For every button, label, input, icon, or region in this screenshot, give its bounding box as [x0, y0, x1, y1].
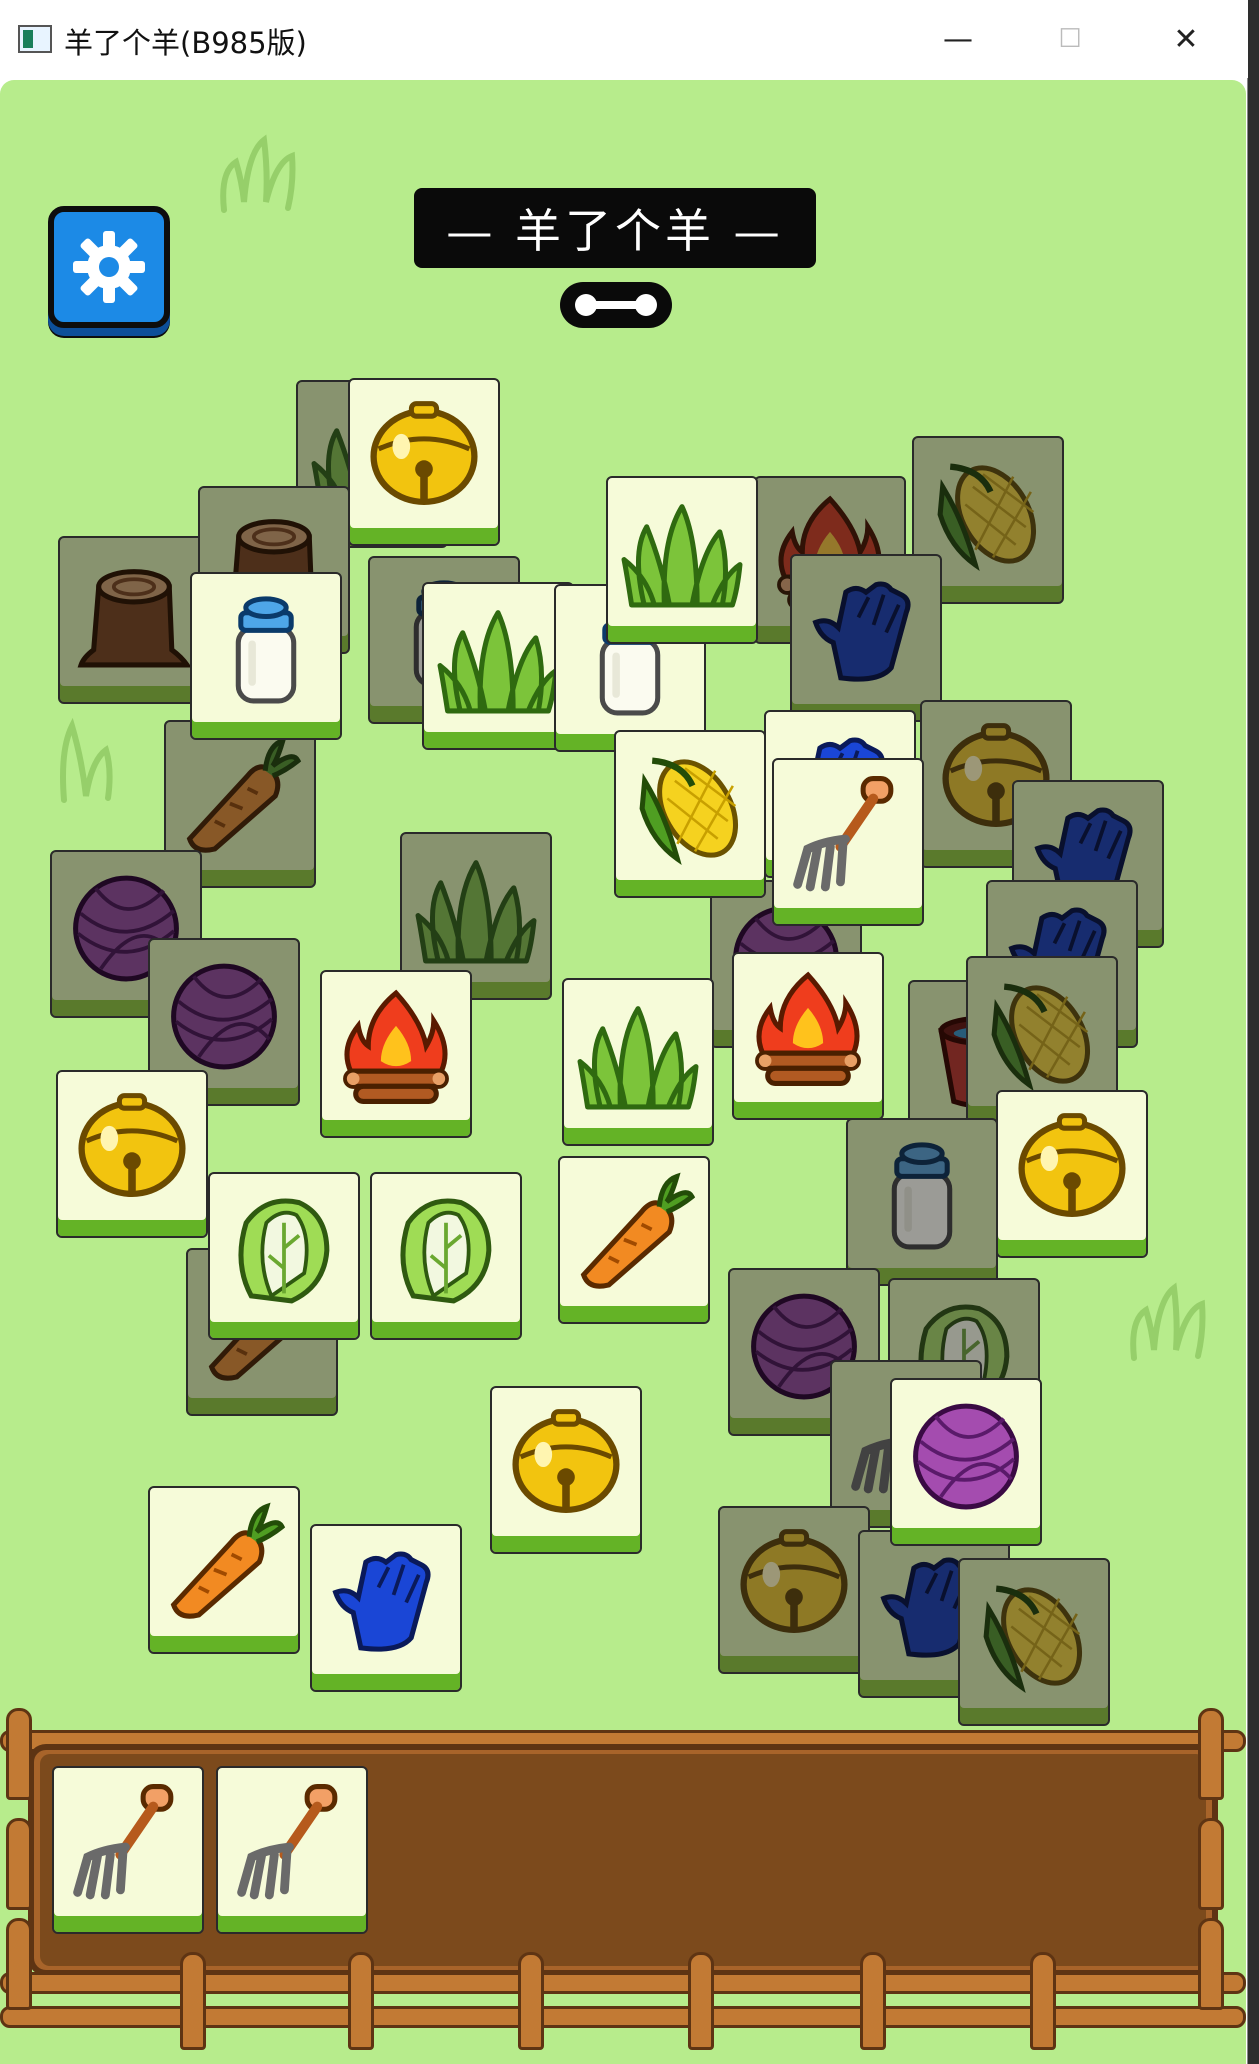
- bell-icon: [58, 1072, 206, 1220]
- pitchfork-icon: [54, 1768, 202, 1916]
- tile-grass[interactable]: [422, 582, 574, 750]
- carrot-icon: [150, 1488, 298, 1636]
- tile-milk[interactable]: [190, 572, 342, 740]
- game-canvas: — 羊了个羊 —: [0, 80, 1246, 2064]
- grass-icon: [424, 584, 572, 732]
- grass-tuft-decoration: [220, 134, 296, 213]
- fire-icon: [322, 972, 470, 1120]
- tile-cabbage[interactable]: [370, 1172, 522, 1340]
- fence-post: [1030, 1952, 1056, 2050]
- yarn-icon: [150, 940, 298, 1088]
- corn-icon: [616, 732, 764, 880]
- fire-icon: [734, 954, 882, 1102]
- fence-post: [1198, 1918, 1224, 2010]
- close-button[interactable]: ✕: [1156, 14, 1216, 64]
- settings-button[interactable]: [48, 206, 170, 328]
- tile-bell[interactable]: [56, 1070, 208, 1238]
- level-banner: — 羊了个羊 —: [414, 188, 816, 268]
- app-icon: [18, 25, 52, 53]
- milk-icon: [848, 1120, 996, 1268]
- tile-fire[interactable]: [320, 970, 472, 1138]
- fence-post: [1198, 1818, 1224, 1910]
- tile-cabbage[interactable]: [208, 1172, 360, 1340]
- tile-stump: [58, 536, 210, 704]
- tile-glove[interactable]: [310, 1524, 462, 1692]
- fence-post: [518, 1952, 544, 2050]
- yarn-icon: [892, 1380, 1040, 1528]
- tile-corn: [958, 1558, 1110, 1726]
- corn-icon: [968, 958, 1116, 1106]
- stump-icon: [60, 538, 208, 686]
- game-window: 羊了个羊(B985版) — ☐ ✕ — 羊了个羊 —: [0, 0, 1248, 2064]
- bell-icon: [720, 1508, 868, 1656]
- pitchfork-icon: [218, 1768, 366, 1916]
- glove-icon: [312, 1526, 460, 1674]
- tile-bell[interactable]: [348, 378, 500, 546]
- milk-icon: [192, 574, 340, 722]
- corn-icon: [960, 1560, 1108, 1708]
- fence-post: [348, 1952, 374, 2050]
- tile-corn[interactable]: [614, 730, 766, 898]
- bell-icon: [998, 1092, 1146, 1240]
- tray-tile-pitchfork: [216, 1766, 368, 1934]
- level-indicator-icon: [560, 282, 672, 328]
- tile-grass[interactable]: [606, 476, 758, 644]
- gear-icon: [73, 231, 145, 303]
- tray-tile-pitchfork: [52, 1766, 204, 1934]
- tile-yarn[interactable]: [890, 1378, 1042, 1546]
- tile-milk: [846, 1118, 998, 1286]
- pitchfork-icon: [774, 760, 922, 908]
- tile-carrot[interactable]: [558, 1156, 710, 1324]
- bell-icon: [492, 1388, 640, 1536]
- fence-post: [860, 1952, 886, 2050]
- maximize-button[interactable]: ☐: [1040, 14, 1100, 64]
- tile-glove: [790, 554, 942, 722]
- minimize-button[interactable]: —: [928, 14, 988, 64]
- tile-fire[interactable]: [732, 952, 884, 1120]
- glove-icon: [792, 556, 940, 704]
- cabbage-icon: [372, 1174, 520, 1322]
- fence-post: [180, 1952, 206, 2050]
- tile-bell[interactable]: [490, 1386, 642, 1554]
- tile-bell: [718, 1506, 870, 1674]
- tile-pitchfork[interactable]: [772, 758, 924, 926]
- tile-grass[interactable]: [562, 978, 714, 1146]
- bell-icon: [350, 380, 498, 528]
- carrot-icon: [166, 722, 314, 870]
- fence-post: [6, 1708, 32, 1800]
- tile-tray: [0, 1708, 1246, 2064]
- fence-post: [1198, 1708, 1224, 1800]
- title-bar[interactable]: 羊了个羊(B985版) — ☐ ✕: [0, 0, 1248, 78]
- fence-post: [6, 1818, 32, 1910]
- cabbage-icon: [210, 1174, 358, 1322]
- background-window-edge: [1248, 0, 1259, 2064]
- grass-icon: [402, 834, 550, 982]
- grass-icon: [564, 980, 712, 1128]
- tray-slot-area: [40, 1754, 1206, 1966]
- carrot-icon: [560, 1158, 708, 1306]
- tile-carrot[interactable]: [148, 1486, 300, 1654]
- grass-icon: [608, 478, 756, 626]
- fence-post: [6, 1918, 32, 2010]
- window-title: 羊了个羊(B985版): [64, 26, 307, 60]
- grass-tuft-decoration: [60, 717, 113, 803]
- tile-bell[interactable]: [996, 1090, 1148, 1258]
- grass-tuft-decoration: [1130, 1282, 1206, 1361]
- fence-post: [688, 1952, 714, 2050]
